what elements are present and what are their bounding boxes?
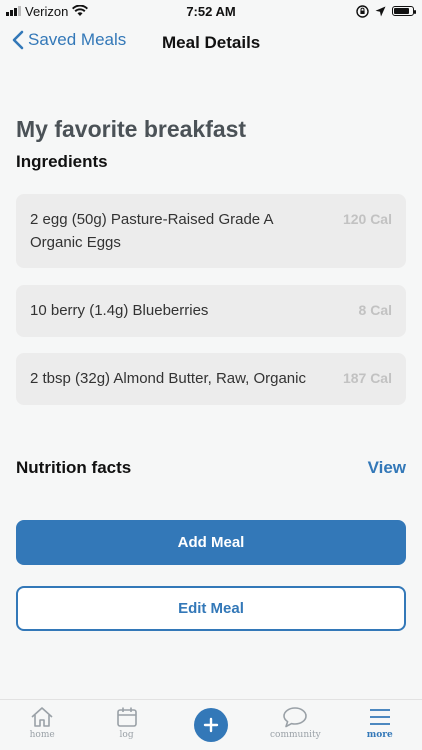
ingredient-calories: 8 Cal bbox=[358, 302, 392, 318]
chevron-left-icon bbox=[12, 30, 24, 50]
home-icon bbox=[31, 707, 53, 727]
edit-meal-button[interactable]: Edit Meal bbox=[16, 586, 406, 631]
menu-icon bbox=[369, 709, 390, 725]
ingredient-name: 10 berry (1.4g) Blueberries bbox=[30, 302, 209, 319]
ingredient-name: 2 egg (50g) Pasture-Raised Grade A Organ… bbox=[30, 211, 273, 251]
calendar-icon bbox=[116, 707, 137, 727]
ingredient-item[interactable]: 10 berry (1.4g) Blueberries 8 Cal bbox=[16, 285, 406, 337]
nutrition-heading: Nutrition facts bbox=[16, 458, 132, 477]
tab-community[interactable]: community bbox=[260, 700, 330, 740]
page-title: Meal Details bbox=[162, 33, 261, 52]
tab-log[interactable]: log bbox=[92, 700, 162, 740]
add-meal-button[interactable]: Add Meal bbox=[16, 520, 406, 565]
ingredients-heading: Ingredients bbox=[16, 152, 108, 171]
status-time: 7:52 AM bbox=[186, 3, 236, 19]
back-button[interactable]: Saved Meals bbox=[12, 30, 126, 50]
chat-bubble-icon bbox=[283, 707, 308, 728]
meal-name: My favorite breakfast bbox=[16, 116, 247, 142]
view-nutrition-link[interactable]: View bbox=[368, 458, 406, 478]
back-label: Saved Meals bbox=[28, 30, 127, 49]
battery-icon bbox=[392, 6, 416, 16]
nav-bar: Saved Meals Meal Details bbox=[0, 26, 422, 62]
tab-label: community bbox=[270, 730, 321, 740]
tab-label: more bbox=[366, 730, 393, 740]
tab-home[interactable]: home bbox=[7, 700, 77, 740]
ingredient-calories: 120 Cal bbox=[342, 211, 392, 227]
ingredient-name: 2 tbsp (32g) Almond Butter, Raw, Organic bbox=[30, 370, 306, 387]
tab-label: log bbox=[119, 730, 134, 740]
status-bar: Verizon 7:52 AM bbox=[0, 0, 422, 22]
ingredient-item[interactable]: 2 tbsp (32g) Almond Butter, Raw, Organic… bbox=[16, 353, 406, 405]
tab-more[interactable]: more bbox=[345, 700, 415, 740]
ingredient-calories: 187 Cal bbox=[342, 370, 392, 386]
tab-bar: home log community more bbox=[0, 699, 422, 750]
battery-level bbox=[394, 8, 410, 14]
tab-add[interactable] bbox=[176, 700, 246, 742]
plus-icon bbox=[193, 708, 228, 742]
ingredient-item[interactable]: 2 egg (50g) Pasture-Raised Grade A Organ… bbox=[16, 194, 406, 268]
nutrition-facts-row: Nutrition facts View bbox=[16, 458, 406, 478]
tab-label: home bbox=[29, 730, 55, 740]
